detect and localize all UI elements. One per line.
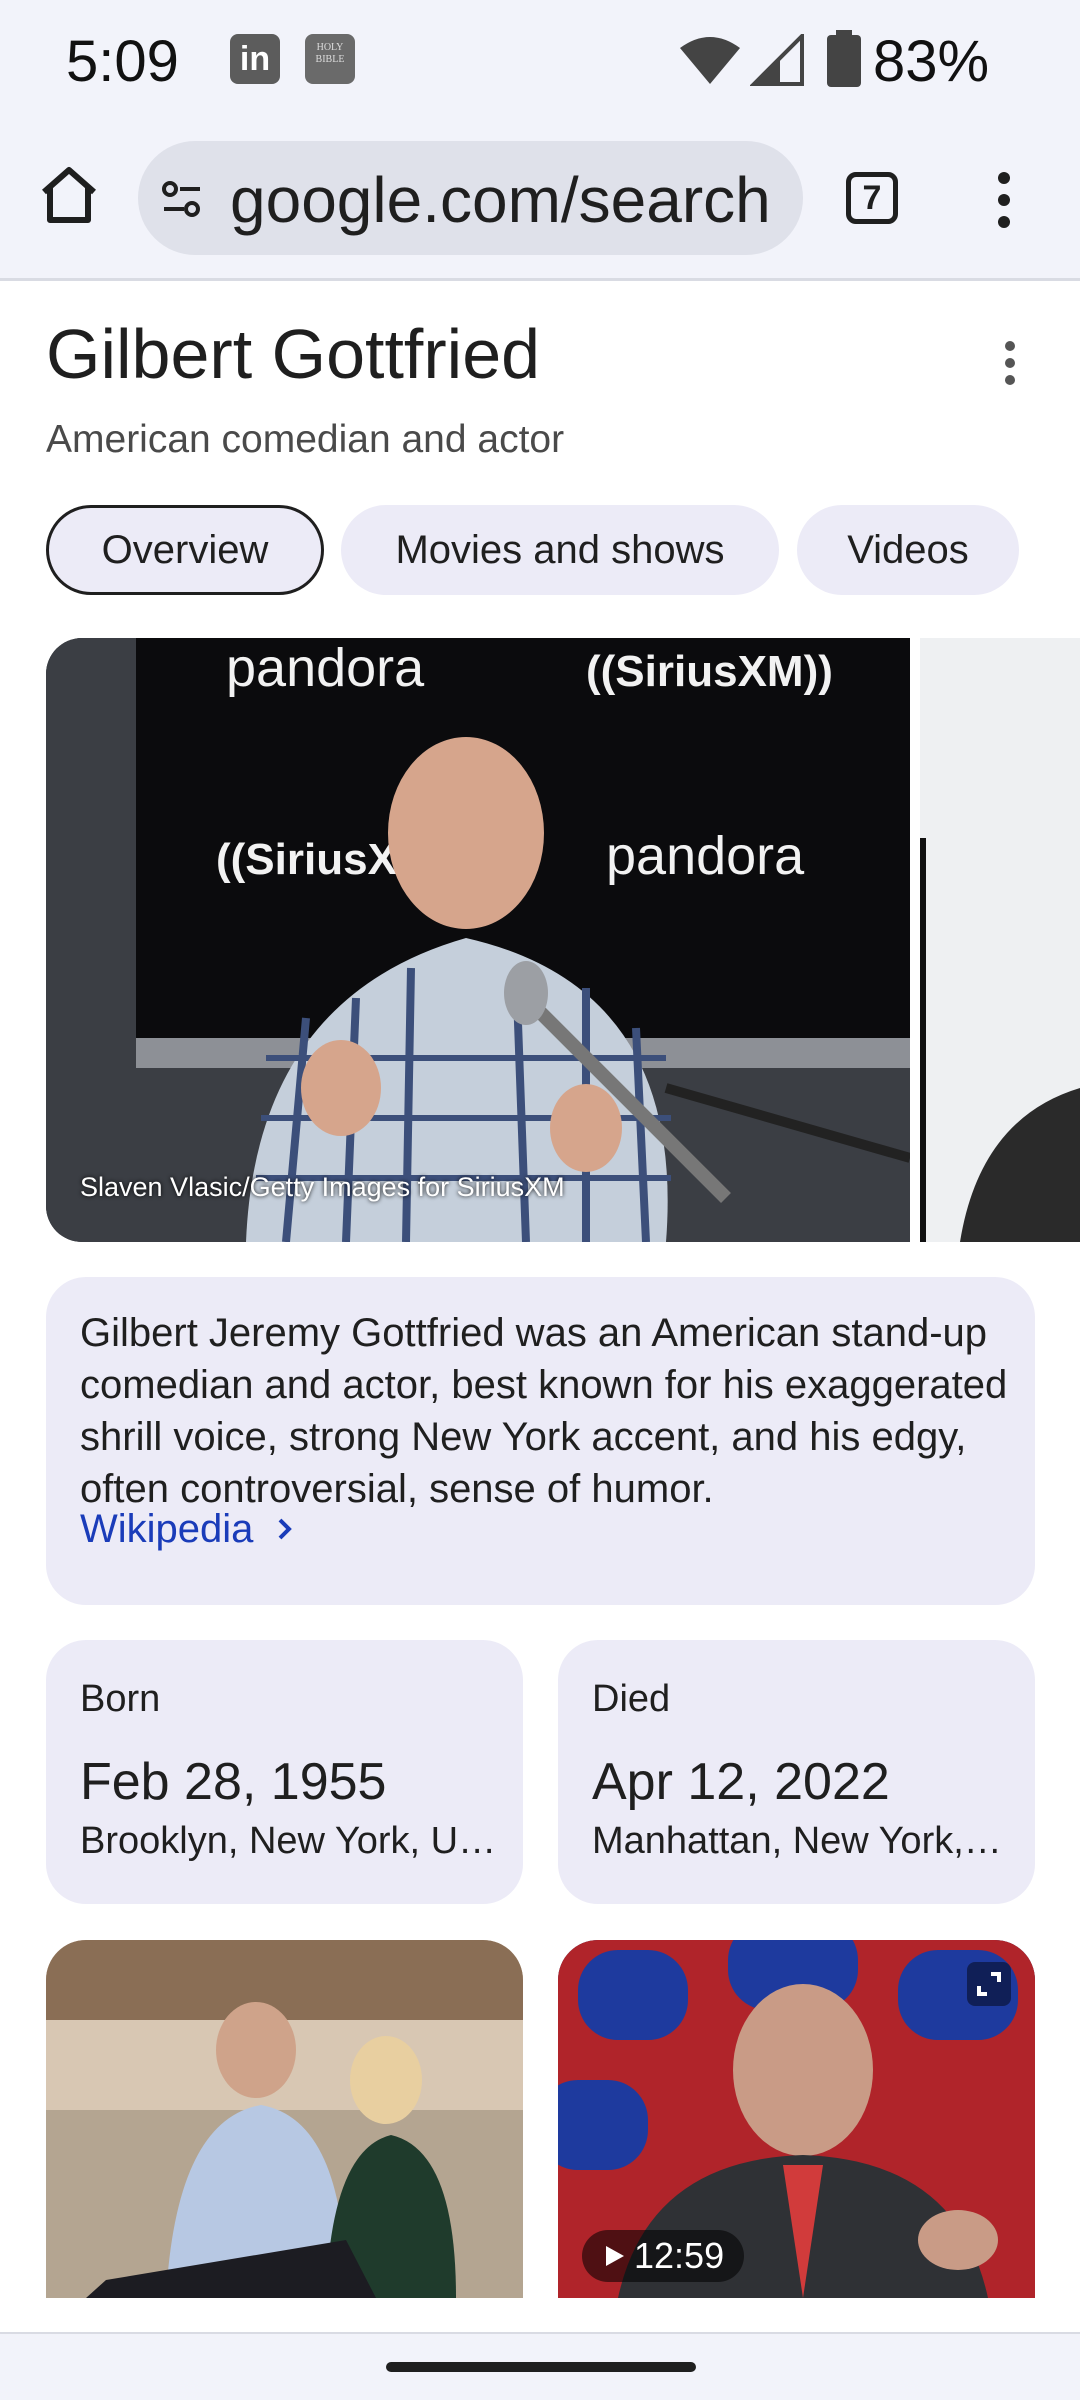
battery-percent: 83% <box>873 29 990 94</box>
entity-title: Gilbert Gottfried <box>46 315 541 393</box>
wikipedia-link[interactable]: Wikipedia <box>80 1507 295 1552</box>
hero-photo: pandora ((SiriusXM)) pandora ((SiriusXM)… <box>46 638 910 1242</box>
died-card[interactable]: Died Apr 12, 2022 Manhattan, New York, U… <box>558 1640 1035 1904</box>
hero-image[interactable]: pandora ((SiriusXM)) pandora ((SiriusXM)… <box>46 638 910 1242</box>
sign-siriusxm-top: ((SiriusXM)) <box>586 647 833 696</box>
cell-signal-icon <box>750 34 804 86</box>
chrome-divider <box>0 278 1080 281</box>
born-label: Born <box>80 1678 161 1720</box>
media-thumbnail-image[interactable] <box>46 1940 523 2298</box>
description-text: Gilbert Jeremy Gottfried was an American… <box>80 1311 1008 1511</box>
description-card: Gilbert Jeremy Gottfried was an American… <box>46 1277 1035 1605</box>
died-label: Died <box>592 1678 671 1720</box>
born-place: Brooklyn, New York, United States <box>80 1820 500 1862</box>
status-bar: 5:09 in HOLY BIBLE 83% <box>0 0 1080 120</box>
wifi-icon <box>680 37 740 84</box>
browser-menu-icon[interactable] <box>992 170 1016 230</box>
sign-pandora-top: pandora <box>226 638 425 698</box>
died-date: Apr 12, 2022 <box>592 1753 890 1811</box>
url-text[interactable]: google.com/search <box>230 163 771 237</box>
entity-subtitle: American comedian and actor <box>46 418 565 461</box>
born-date: Feb 28, 1955 <box>80 1753 387 1811</box>
address-bar[interactable]: google.com/search <box>138 141 803 255</box>
next-photo <box>920 638 1080 1242</box>
tab-switcher-button[interactable]: 7 <box>846 172 898 224</box>
image-credit: Slaven Vlasic/Getty Images for SiriusXM <box>80 1172 565 1202</box>
linkedin-icon: in <box>230 34 280 84</box>
play-icon <box>606 2246 624 2266</box>
status-time: 5:09 <box>66 29 179 94</box>
media-thumbnail-video[interactable]: 12:59 <box>558 1940 1035 2298</box>
home-icon[interactable] <box>36 162 102 228</box>
expand-icon[interactable] <box>967 1962 1011 2006</box>
wikipedia-link-label[interactable]: Wikipedia <box>80 1507 253 1551</box>
site-settings-icon[interactable] <box>160 177 204 221</box>
chip-overview[interactable]: Overview <box>46 505 324 595</box>
chevron-right-icon <box>278 1518 292 1540</box>
more-options-icon[interactable] <box>1000 340 1020 386</box>
video-duration: 12:59 <box>634 2235 725 2276</box>
sign-pandora-bottom: pandora <box>606 826 805 886</box>
battery-icon <box>827 30 861 87</box>
bible-app-icon: HOLY BIBLE <box>305 34 355 84</box>
chip-videos[interactable]: Videos <box>797 505 1019 595</box>
died-place: Manhattan, New York, United States <box>592 1820 1012 1862</box>
video-duration-badge: 12:59 <box>582 2230 745 2282</box>
browser-chrome: 5:09 in HOLY BIBLE 83% google.com/search … <box>0 0 1080 281</box>
home-indicator[interactable] <box>386 2362 696 2372</box>
hero-next-image[interactable] <box>920 638 1080 1242</box>
born-card[interactable]: Born Feb 28, 1955 Brooklyn, New York, Un… <box>46 1640 523 1904</box>
couch-photo <box>46 1940 523 2298</box>
chip-movies-and-shows[interactable]: Movies and shows <box>341 505 779 595</box>
